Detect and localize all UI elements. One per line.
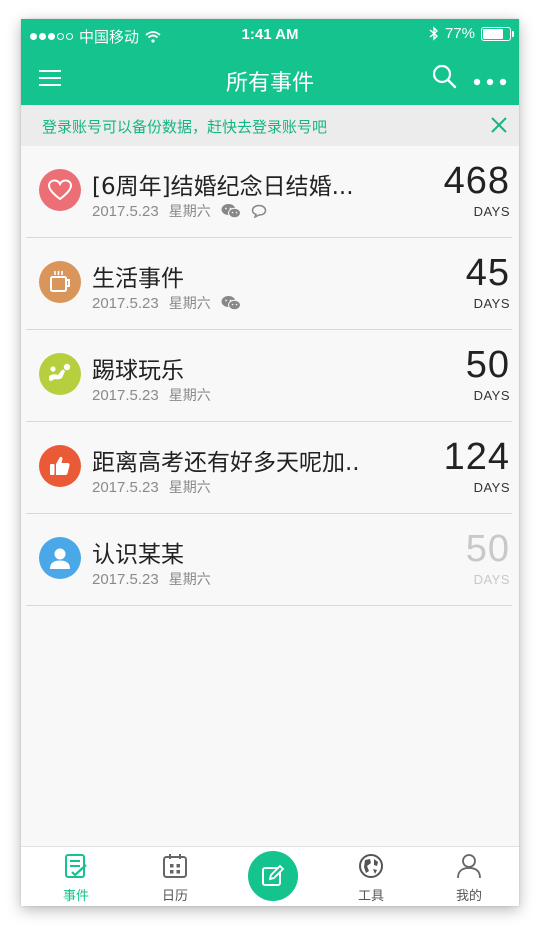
event-title: 认识某某 [92, 542, 184, 568]
bluetooth-icon [429, 26, 438, 41]
days-label: DAYS [473, 572, 510, 587]
coffee-cup-icon [39, 261, 81, 303]
search-icon[interactable] [432, 64, 457, 93]
phone-screen: 中国移动 1:41 AM 77% 所有事件 登录账号可以备份数据，赶快去登录账号… [21, 19, 519, 906]
battery-percent: 77% [444, 25, 475, 42]
person-icon [39, 537, 81, 579]
event-meta: 2017.5.23 星期六 [92, 201, 267, 221]
days-counter: 124 DAYS [444, 438, 510, 495]
days-label: DAYS [473, 296, 510, 311]
tab-tools[interactable]: 工具 [341, 853, 401, 904]
event-date: 2017.5.23 [92, 478, 159, 496]
battery-icon [481, 26, 514, 41]
tab-label: 我的 [455, 889, 482, 904]
days-number: 124 [443, 436, 510, 478]
close-icon[interactable] [490, 116, 508, 138]
days-number: 50 [465, 528, 510, 570]
days-counter: 50 DAYS [466, 530, 510, 587]
login-banner[interactable]: 登录账号可以备份数据，赶快去登录账号吧 [21, 105, 519, 147]
event-weekday: 星期六 [168, 204, 211, 220]
tab-label: 日历 [161, 889, 188, 904]
event-list-icon [65, 854, 87, 878]
days-label: DAYS [473, 204, 510, 219]
event-meta: 2017.5.23 星期六 [92, 385, 211, 405]
event-date: 2017.5.23 [92, 570, 159, 588]
user-icon [457, 854, 481, 879]
wechat-icon [221, 296, 241, 311]
edit-icon [262, 864, 285, 886]
nav-bar: 所有事件 [21, 51, 519, 105]
tab-calendar[interactable]: 日历 [145, 853, 205, 904]
days-label: DAYS [473, 388, 510, 403]
status-right: 77% [429, 25, 514, 42]
tab-mine[interactable]: 我的 [439, 853, 499, 904]
days-counter: 50 DAYS [466, 346, 510, 403]
tab-label: 事件 [62, 889, 89, 904]
event-meta: 2017.5.23 星期六 [92, 293, 241, 313]
days-counter: 45 DAYS [466, 254, 510, 311]
event-row[interactable]: 距离高考还有好多天呢加.. 2017.5.23 星期六 124 DAYS [26, 422, 512, 514]
days-counter: 468 DAYS [444, 162, 510, 219]
event-meta: 2017.5.23 星期六 [92, 477, 211, 497]
days-number: 468 [443, 160, 510, 202]
more-icon[interactable] [473, 71, 507, 90]
event-weekday: 星期六 [168, 296, 211, 312]
event-date: 2017.5.23 [92, 386, 159, 404]
comment-icon [251, 204, 266, 218]
wechat-icon [221, 204, 241, 219]
event-row[interactable]: [6周年]结婚纪念日结婚... 2017.5.23 星期六 468 DAYS [26, 146, 512, 238]
event-meta: 2017.5.23 星期六 [92, 569, 211, 589]
event-weekday: 星期六 [168, 388, 211, 404]
event-row[interactable]: 生活事件 2017.5.23 星期六 45 DAYS [26, 238, 512, 330]
event-title: 距离高考还有好多天呢加.. [92, 450, 360, 476]
event-row[interactable]: 踢球玩乐 2017.5.23 星期六 50 DAYS [26, 330, 512, 422]
tab-bar: 事件 日历 工具 我的 [21, 846, 519, 906]
login-banner-text[interactable]: 登录账号可以备份数据，赶快去登录账号吧 [42, 116, 327, 137]
status-bar: 中国移动 1:41 AM 77% [21, 19, 519, 51]
days-label: DAYS [473, 480, 510, 495]
event-list: [6周年]结婚纪念日结婚... 2017.5.23 星期六 468 DAYS 生… [21, 146, 519, 606]
add-event-button[interactable] [248, 851, 298, 901]
heart-icon [39, 169, 81, 211]
event-weekday: 星期六 [168, 480, 211, 496]
globe-icon [359, 854, 383, 878]
event-date: 2017.5.23 [92, 202, 159, 220]
tab-label: 工具 [357, 889, 384, 904]
thumbs-up-icon [39, 445, 81, 487]
event-title: 踢球玩乐 [92, 358, 184, 384]
tab-events[interactable]: 事件 [46, 853, 106, 904]
soccer-icon [39, 353, 81, 395]
calendar-icon [163, 854, 187, 878]
event-row[interactable]: 认识某某 2017.5.23 星期六 50 DAYS [26, 514, 512, 606]
event-date: 2017.5.23 [92, 294, 159, 312]
days-number: 45 [465, 252, 510, 294]
event-weekday: 星期六 [168, 572, 211, 588]
days-number: 50 [465, 344, 510, 386]
event-title: [6周年]结婚纪念日结婚... [92, 174, 354, 200]
event-title: 生活事件 [92, 266, 184, 292]
